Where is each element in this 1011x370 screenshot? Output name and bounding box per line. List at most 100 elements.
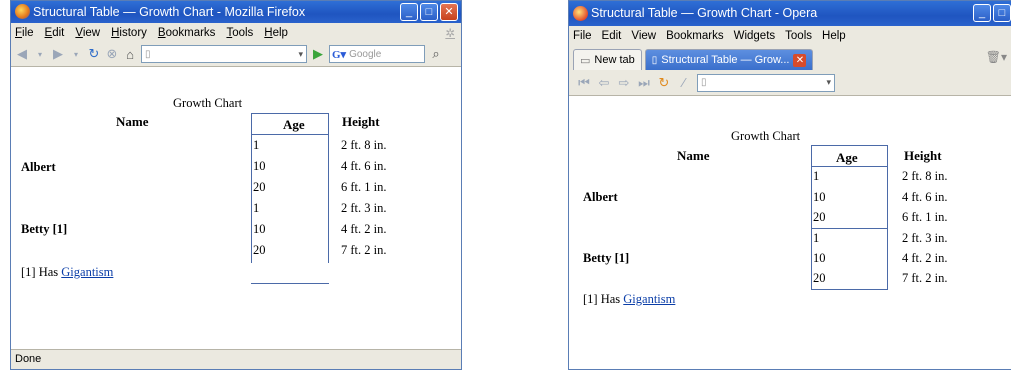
page-icon: ▯ — [701, 77, 707, 88]
height-cell: 6 ft. 1 in. — [341, 180, 387, 194]
age-group-divider — [811, 228, 888, 229]
url-dropdown-icon[interactable]: ▾ — [298, 49, 303, 60]
menu-help[interactable]: Help — [822, 30, 846, 42]
address-bar[interactable]: ▯ ▾ — [697, 73, 835, 92]
height-cell: 2 ft. 3 in. — [341, 201, 387, 215]
height-cell: 2 ft. 8 in. — [902, 169, 948, 183]
menu-view[interactable]: View — [631, 30, 656, 42]
row-name-betty: Betty [1] — [583, 251, 630, 265]
menu-tools[interactable]: Tools — [785, 30, 812, 42]
search-icon[interactable]: ⌕ — [429, 46, 443, 62]
rewind-icon[interactable]: ⏮ — [577, 75, 591, 91]
menu-history[interactable]: History — [111, 27, 147, 39]
footnote-prefix: [1] Has — [21, 265, 59, 279]
trash-icon[interactable]: 🗑▾ — [986, 50, 1007, 64]
navigation-toolbar: ◀ ▾ ▶ ▾ ↻ ⊗ ⌂ ▯ ▾ ▶ G▾ Google ⌕ — [11, 42, 461, 67]
reload-icon[interactable]: ↻ — [87, 46, 101, 62]
age-cell: 1 — [253, 201, 260, 215]
menubar: File Edit View Bookmarks Widgets Tools H… — [569, 26, 1011, 45]
dropdown-icon[interactable]: ▾ — [69, 50, 83, 59]
status-text: Done — [15, 353, 42, 365]
footnote: [1] Has Gigantism — [583, 292, 675, 307]
search-input[interactable]: G▾ Google — [329, 45, 425, 63]
edit-icon[interactable]: ∕ — [677, 75, 691, 90]
tab-label: New tab — [594, 54, 635, 66]
stop-icon[interactable]: ⊗ — [105, 46, 119, 62]
opera-titlebar: Structural Table — Growth Chart - Opera … — [569, 1, 1011, 26]
forward-icon[interactable]: ▶ — [51, 46, 65, 62]
tab-new-tab[interactable]: ▭ New tab — [573, 49, 642, 70]
firefox-window: Structural Table — Growth Chart - Mozill… — [10, 0, 462, 370]
fast-forward-icon[interactable]: ⏭ — [637, 75, 651, 91]
age-column-bottom-border — [251, 283, 329, 284]
age-cell: 20 — [253, 243, 266, 257]
menu-view[interactable]: View — [75, 27, 100, 39]
row-name-betty: Betty [1] — [21, 222, 68, 236]
gigantism-link[interactable]: Gigantism — [623, 292, 675, 306]
firefox-icon — [15, 4, 30, 19]
menu-edit[interactable]: Edit — [45, 27, 65, 39]
menu-help[interactable]: Help — [264, 27, 288, 39]
maximize-button[interactable]: □ — [420, 3, 438, 21]
age-cell: 20 — [813, 210, 826, 224]
close-button[interactable]: ✕ — [440, 3, 458, 21]
row-name-albert: Albert — [583, 190, 618, 204]
age-cell: 1 — [813, 169, 820, 183]
height-cell: 4 ft. 6 in. — [902, 190, 948, 204]
back-icon[interactable]: ⇦ — [597, 75, 611, 91]
height-cell: 4 ft. 2 in. — [341, 222, 387, 236]
header-name: Name — [677, 148, 710, 163]
dropdown-icon[interactable]: ▾ — [33, 50, 47, 59]
menu-file[interactable]: File — [573, 30, 592, 42]
address-bar[interactable]: ▯ ▾ — [141, 45, 307, 63]
maximize-button[interactable]: □ — [993, 4, 1011, 22]
age-cell: 10 — [813, 251, 826, 265]
gigantism-link[interactable]: Gigantism — [61, 265, 113, 279]
height-cell: 7 ft. 2 in. — [341, 243, 387, 257]
height-cell: 7 ft. 2 in. — [902, 271, 948, 285]
home-icon[interactable]: ⌂ — [123, 47, 137, 62]
close-tab-icon[interactable]: ✕ — [793, 53, 807, 67]
url-dropdown-icon[interactable]: ▾ — [826, 77, 831, 88]
menu-bookmarks[interactable]: Bookmarks — [158, 27, 216, 39]
tab-bar: ▭ New tab ▯ Structural Table — Grow... ✕… — [569, 45, 1011, 70]
table-caption: Growth Chart — [173, 96, 243, 110]
page-icon: ▯ — [651, 54, 658, 66]
menu-edit[interactable]: Edit — [602, 30, 622, 42]
reload-icon[interactable]: ↻ — [657, 75, 671, 91]
opera-icon — [573, 6, 588, 21]
age-header-divider — [251, 134, 329, 135]
window-title: Structural Table — Growth Chart - Mozill… — [33, 5, 306, 19]
minimize-button[interactable]: _ — [973, 4, 991, 22]
height-cell: 4 ft. 6 in. — [341, 159, 387, 173]
page-icon: ▯ — [145, 48, 151, 60]
height-cell: 2 ft. 3 in. — [902, 231, 948, 245]
back-icon[interactable]: ◀ — [15, 46, 29, 62]
search-placeholder: Google — [349, 48, 382, 60]
go-icon[interactable]: ▶ — [311, 46, 325, 62]
page-content: Growth Chart Name Age Height Albert 1 2 … — [569, 121, 1011, 369]
menu-widgets[interactable]: Widgets — [734, 30, 776, 42]
age-cell: 10 — [813, 190, 826, 204]
tab-structural-table[interactable]: ▯ Structural Table — Grow... ✕ — [644, 49, 814, 70]
age-cell: 1 — [813, 231, 820, 245]
menu-file[interactable]: File — [15, 27, 34, 39]
age-cell: 20 — [813, 271, 826, 285]
tab-label: Structural Table — Grow... — [661, 54, 790, 66]
opera-window: Structural Table — Growth Chart - Opera … — [568, 0, 1011, 370]
menu-bookmarks[interactable]: Bookmarks — [666, 30, 724, 42]
google-icon[interactable]: G▾ — [332, 48, 346, 61]
age-cell: 1 — [253, 138, 260, 152]
footnote-prefix: [1] Has — [583, 292, 621, 306]
table-caption: Growth Chart — [731, 129, 801, 143]
menu-tools[interactable]: Tools — [226, 27, 253, 39]
height-cell: 6 ft. 1 in. — [902, 210, 948, 224]
page-content: Growth Chart Name Age Height Albert 1 2 … — [11, 94, 461, 349]
window-title: Structural Table — Growth Chart - Opera — [591, 6, 818, 20]
minimize-button[interactable]: _ — [400, 3, 418, 21]
firefox-titlebar: Structural Table — Growth Chart - Mozill… — [11, 1, 461, 23]
footnote: [1] Has Gigantism — [21, 265, 113, 280]
header-name: Name — [116, 114, 149, 129]
forward-icon[interactable]: ⇨ — [617, 75, 631, 91]
status-bar: Done — [11, 349, 461, 369]
